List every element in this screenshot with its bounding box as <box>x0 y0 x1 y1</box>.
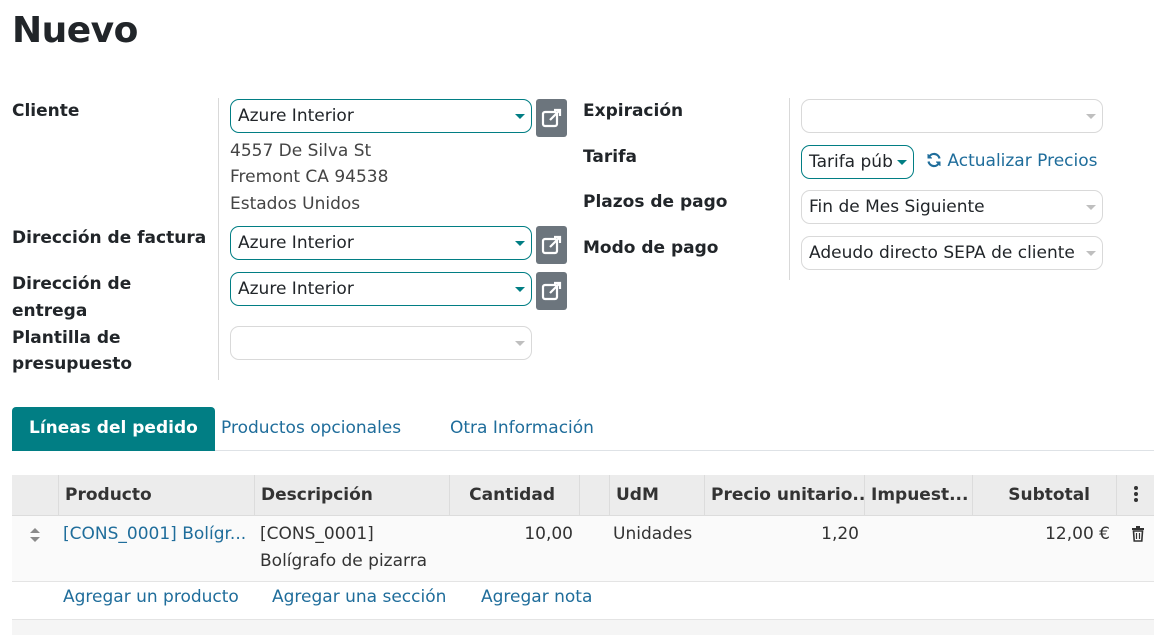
caret-down-icon <box>1086 114 1096 119</box>
plantilla-select[interactable] <box>230 326 532 360</box>
trash-icon[interactable] <box>1131 526 1145 542</box>
external-link-icon <box>541 235 561 255</box>
add-lines-row: Agregar un producto Agregar una sección … <box>12 582 1154 620</box>
caret-down-icon <box>1086 205 1096 210</box>
tab-otra-informacion[interactable]: Otra Información <box>450 407 594 451</box>
plantilla-label-2: presupuesto <box>12 354 133 374</box>
left-divider <box>218 98 219 380</box>
entrega-select[interactable]: Azure Interior <box>230 272 532 306</box>
factura-label: Dirección de factura <box>12 228 207 248</box>
external-link-icon <box>541 108 561 128</box>
entrega-select-value: Azure Interior <box>238 279 354 299</box>
address-line-1: 4557 De Silva St <box>230 141 372 161</box>
column-header-descripcion[interactable]: Descripción <box>254 475 449 515</box>
table-row[interactable]: [CONS_0001] Bolígr... [CONS_0001] Bolígr… <box>12 516 1154 582</box>
column-header-subtotal[interactable]: Subtotal <box>972 475 1116 515</box>
caret-down-icon <box>515 287 525 292</box>
caret-down-icon <box>897 160 907 165</box>
address-line-3: Estados Unidos <box>230 194 361 214</box>
address-line-2: Fremont CA 94538 <box>230 167 389 187</box>
row-udm[interactable]: Unidades <box>613 521 692 548</box>
plazos-select[interactable]: Fin de Mes Siguiente <box>801 190 1103 224</box>
row-cantidad[interactable]: 10,00 <box>449 521 573 548</box>
page-title: Nuevo <box>12 10 138 51</box>
column-header-cantidad[interactable]: Cantidad <box>449 475 579 515</box>
row-descripcion-line-2[interactable]: Bolígrafo de pizarra <box>260 548 427 575</box>
entrega-label-2: entrega <box>12 301 88 321</box>
column-header-impuestos[interactable]: Impuest... <box>864 475 972 515</box>
column-options-button[interactable] <box>1116 475 1154 515</box>
tab-lineas-pedido[interactable]: Líneas del pedido <box>12 407 215 451</box>
tab-productos-opcionales[interactable]: Productos opcionales <box>221 407 401 451</box>
actualizar-precios-button[interactable]: Actualizar Precios <box>926 148 1097 175</box>
column-header-spacer <box>579 475 609 515</box>
external-link-icon <box>541 281 561 301</box>
modo-select[interactable]: Adeudo directo SEPA de cliente <box>801 236 1103 270</box>
add-note-link[interactable]: Agregar nota <box>481 587 592 607</box>
column-header-producto[interactable]: Producto <box>58 475 254 515</box>
tab-bar: Líneas del pedido Productos opcionales O… <box>12 407 1154 451</box>
tarifa-label: Tarifa <box>583 147 637 167</box>
refresh-icon <box>927 152 941 168</box>
cliente-select-value: Azure Interior <box>238 106 354 126</box>
add-product-link[interactable]: Agregar un producto <box>63 587 239 607</box>
tarifa-select[interactable]: Tarifa púb <box>801 145 914 179</box>
entrega-external-button[interactable] <box>536 272 567 310</box>
cliente-label: Cliente <box>12 101 80 121</box>
column-header-precio[interactable]: Precio unitario... <box>704 475 864 515</box>
plazos-label: Plazos de pago <box>583 192 728 212</box>
right-divider <box>789 98 790 280</box>
add-section-link[interactable]: Agregar una sección <box>272 587 446 607</box>
caret-down-icon <box>1086 251 1096 256</box>
order-lines-header: Producto Descripción Cantidad UdM Precio… <box>12 475 1154 516</box>
row-subtotal: 12,00 € <box>1045 524 1110 544</box>
tarifa-select-value: Tarifa púb <box>809 152 893 172</box>
modo-label: Modo de pago <box>583 238 719 258</box>
modo-select-value: Adeudo directo SEPA de cliente <box>809 243 1075 263</box>
column-header-udm[interactable]: UdM <box>609 475 704 515</box>
factura-select[interactable]: Azure Interior <box>230 226 532 260</box>
caret-down-icon <box>515 241 525 246</box>
cliente-select[interactable]: Azure Interior <box>230 99 532 133</box>
plazos-select-value: Fin de Mes Siguiente <box>809 197 985 217</box>
expiracion-input[interactable] <box>801 99 1103 133</box>
entrega-label-1: Dirección de <box>12 274 132 294</box>
factura-external-button[interactable] <box>536 226 567 264</box>
table-footer <box>12 620 1154 635</box>
kebab-menu-icon <box>1133 486 1138 502</box>
caret-down-icon <box>515 114 525 119</box>
factura-select-value: Azure Interior <box>238 233 354 253</box>
actualizar-precios-label: Actualizar Precios <box>947 151 1098 171</box>
row-precio[interactable]: 1,20 <box>704 521 859 548</box>
row-descripcion-line-1[interactable]: [CONS_0001] <box>260 521 374 548</box>
row-producto[interactable]: [CONS_0001] Bolígr... <box>63 521 246 548</box>
plantilla-label-1: Plantilla de <box>12 328 121 348</box>
caret-down-icon <box>515 341 525 346</box>
expiracion-label: Expiración <box>583 101 684 121</box>
cliente-external-button[interactable] <box>536 99 567 137</box>
drag-handle-icon[interactable] <box>29 527 41 543</box>
